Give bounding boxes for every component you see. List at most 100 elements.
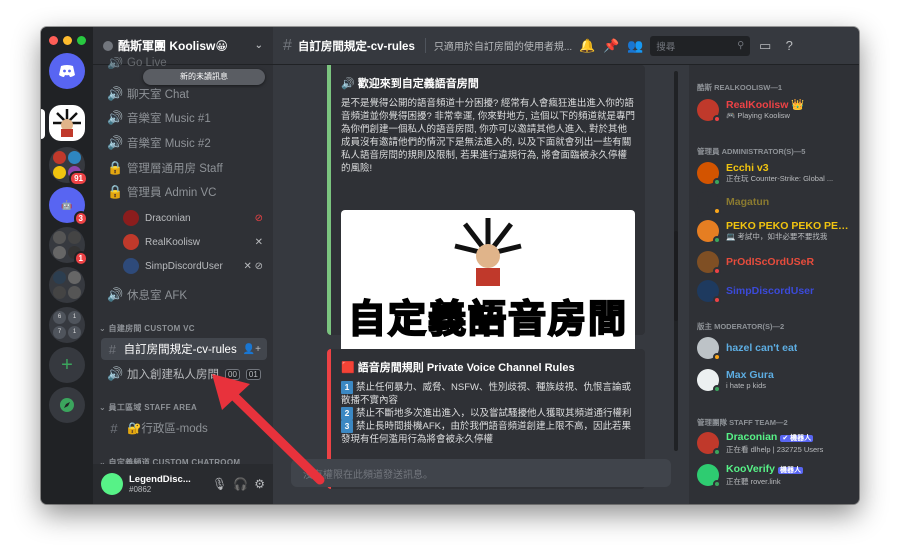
member-item[interactable]: PEKO PEKO PEKO PEK... 💻 考試中，如非必要不要找我: [697, 216, 855, 246]
bot-icon: 🤖: [61, 199, 73, 210]
member-name: KooVerify: [726, 463, 776, 475]
add-member-icon[interactable]: 👤+: [243, 344, 261, 355]
channel-afk[interactable]: 🔊 休息室 AFK: [101, 284, 267, 306]
voice-user-name: SimpDiscordUser: [145, 260, 223, 272]
gear-icon[interactable]: ⚙: [254, 477, 265, 491]
channel-mods[interactable]: # 🔐行政區-mods: [101, 417, 267, 439]
member-item[interactable]: Ecchi v3 正在玩 Counter-Strike: Global ...: [697, 158, 855, 188]
member-item[interactable]: Draconian ✔ 機器人 正在看 dlhelp | 232725 Users: [697, 428, 855, 458]
minimize-window-button[interactable]: [63, 36, 72, 45]
avatar[interactable]: [101, 473, 123, 495]
embed-title: 歡迎來到自定義語音房間: [357, 78, 479, 90]
mention-badge: 91: [69, 171, 88, 186]
category-custom-vc[interactable]: ⌄ 自建房間 CUSTOM VC: [99, 323, 195, 334]
member-item[interactable]: SimpDiscordUser: [697, 276, 855, 306]
welcome-embed: 🔊 歡迎來到自定義語音房間 是不是覺得公開的語音頻道十分困擾? 經常有人會瘋狂進…: [327, 65, 645, 356]
user-limit: 01: [245, 368, 261, 380]
folder-tile: 1: [68, 326, 81, 339]
rule-number: 1: [341, 381, 353, 394]
channel-chat[interactable]: 🔊 聊天室 Chat: [101, 83, 267, 105]
server-icon-d[interactable]: [49, 267, 85, 303]
channel-admin-vc[interactable]: 🔒 管理員 Admin VC: [101, 181, 267, 203]
avatar: [697, 369, 721, 393]
member-item[interactable]: Max Gura i hate p kids: [697, 365, 855, 395]
speaker-icon: 🔊: [107, 366, 124, 381]
avatar: [697, 220, 721, 244]
avatar: [697, 280, 721, 304]
rule-text: 禁止長時間掛機AFK，由於我們語音頻道創建上限不高，因此若果發現有任何濫用行為將…: [341, 421, 631, 445]
member-activity: 🎮 Playing Koolisw: [726, 111, 790, 120]
add-server-icon[interactable]: +: [49, 347, 85, 383]
search-icon: ⚲: [737, 40, 745, 51]
user-name: LegendDisc...: [129, 474, 191, 485]
server-icon-a[interactable]: 91: [49, 147, 88, 186]
channel-go-live[interactable]: 🔊 Go Live: [101, 57, 267, 69]
help-icon[interactable]: ?: [780, 38, 798, 53]
stop-icon: 🟥: [341, 362, 358, 374]
message-input[interactable]: 沒有權限在此頻道發送訊息。: [291, 459, 671, 487]
member-item[interactable]: PrOdIScOrdUSeR: [697, 247, 855, 277]
mention-badge: 1: [73, 251, 88, 266]
server-folder[interactable]: 6171: [49, 307, 85, 343]
member-activity: i hate p kids: [726, 381, 767, 390]
scrollbar[interactable]: [674, 71, 678, 451]
user-count: 00: [225, 368, 240, 380]
voice-user[interactable]: SimpDiscordUser ✕ ⊘: [123, 256, 263, 276]
category-staff-area[interactable]: ⌄ 員工區域 STAFF AREA: [99, 402, 197, 413]
member-activity: 正在玩 Counter-Strike: Global ...: [726, 174, 834, 183]
member-category: 管理團隊 STAFF TEAM—2: [697, 418, 788, 427]
server-icon-c[interactable]: 1: [49, 227, 88, 266]
speaker-icon: 🔊: [107, 135, 124, 150]
home-discord-icon[interactable]: [49, 53, 85, 89]
member-item[interactable]: Magatun: [697, 187, 855, 217]
channel-label: 管理員 Admin VC: [127, 187, 217, 199]
channel-staff[interactable]: 🔒 管理層通用房 Staff: [101, 157, 267, 179]
channel-cv-rules[interactable]: # 自訂房間規定-cv-rules 👤+: [101, 338, 267, 360]
rule-item: 1 禁止任何暴力、威脅、NSFW、性別歧視、種族歧視、仇恨言論或散播不實內容: [341, 381, 635, 407]
voice-user[interactable]: RealKoolisw ✕: [123, 232, 263, 252]
avatar: [697, 191, 721, 215]
channel-music-1[interactable]: 🔊 音樂室 Music #1: [101, 107, 267, 129]
rule-item: 3 禁止長時間掛機AFK，由於我們語音頻道創建上限不高，因此若果發現有任何濫用行為…: [341, 420, 635, 446]
headphones-icon[interactable]: 🎧: [233, 477, 248, 491]
rule-number: 2: [341, 407, 353, 420]
channel-topic[interactable]: 只適用於自訂房間的使用者規...: [424, 38, 572, 53]
server-koolisw-icon[interactable]: [49, 105, 85, 141]
embed-image[interactable]: 自定義語音房間: [341, 210, 635, 356]
member-name: hazel can't eat: [726, 342, 798, 354]
channel-label: 加入創建私人房間: [127, 369, 219, 381]
explore-servers-icon[interactable]: [49, 387, 85, 423]
zoom-window-button[interactable]: [77, 36, 86, 45]
pin-icon[interactable]: 📌: [602, 38, 620, 54]
mention-badge: 3: [73, 211, 88, 226]
search-input[interactable]: 搜尋 ⚲: [650, 35, 751, 56]
member-name: PEKO PEKO PEKO PEK...: [726, 220, 852, 232]
microphone-icon[interactable]: 🎙: [212, 477, 227, 491]
inbox-icon[interactable]: ▭: [756, 38, 774, 54]
member-list-icon[interactable]: 👥: [626, 38, 644, 54]
member-activity: 💻 考試中，如非必要不要找我: [726, 232, 828, 241]
close-window-button[interactable]: [49, 36, 58, 45]
server-name: 酷斯軍團 Koolisw😀: [118, 39, 228, 53]
member-item[interactable]: RealKoolisw 👑 🎮 Playing Koolisw: [697, 95, 855, 125]
channel-label: 自訂房間規定-cv-rules: [123, 344, 237, 356]
speaker-icon: 🔊: [107, 86, 124, 101]
channel-join-create[interactable]: 🔊 加入創建私人房間 00 01: [101, 363, 267, 385]
scrollbar-thumb[interactable]: [674, 231, 678, 321]
hash-icon: #: [283, 36, 292, 54]
member-name: PrOdIScOrdUSeR: [726, 256, 815, 268]
member-item[interactable]: hazel can't eat: [697, 333, 855, 363]
channel-label: 聊天室 Chat: [127, 89, 189, 101]
chevron-down-icon[interactable]: ⌄: [255, 40, 263, 51]
channel-title: 自訂房間規定-cv-rules: [297, 40, 415, 53]
folder-tile: 1: [68, 311, 81, 324]
channel-music-2[interactable]: 🔊 音樂室 Music #2: [101, 132, 267, 154]
speaker-icon: 🔊: [107, 287, 124, 302]
server-icon-b[interactable]: 🤖 3: [49, 187, 88, 226]
muted-deafened-icon: ✕ ⊘: [243, 260, 263, 272]
voice-user[interactable]: Draconian ⊘: [123, 208, 263, 228]
bell-icon[interactable]: 🔔: [578, 38, 596, 54]
server-list: 91 🤖 3 1 6171 +: [41, 27, 93, 504]
folder-tile: 7: [53, 326, 66, 339]
member-item[interactable]: KooVerify 機器人 正在聽 rover.link: [697, 460, 855, 490]
